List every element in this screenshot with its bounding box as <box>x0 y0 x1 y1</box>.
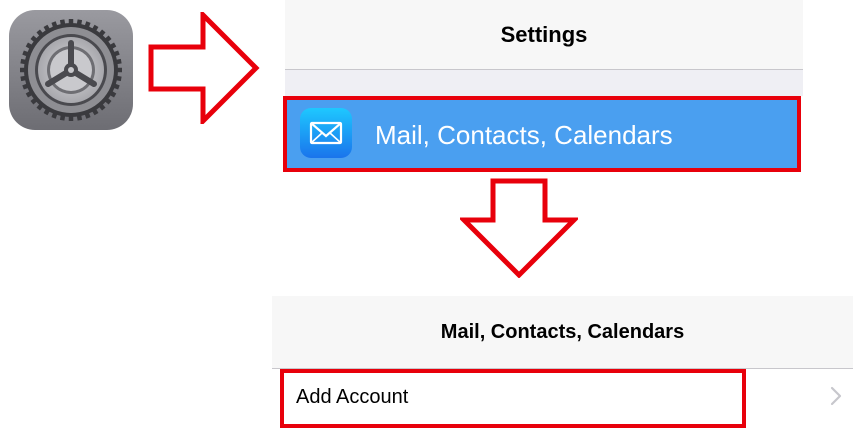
settings-item-mail-contacts-calendars[interactable]: Mail, Contacts, Calendars <box>283 96 801 172</box>
mail-screen-title: Mail, Contacts, Calendars <box>440 320 685 343</box>
down-arrow-icon <box>457 178 581 279</box>
mail-contacts-calendars-nav-bar: Mail, Contacts, Calendars <box>272 296 853 369</box>
right-arrow-icon <box>148 8 260 128</box>
settings-title: Settings <box>500 21 588 47</box>
chevron-right-icon <box>829 385 843 407</box>
mail-envelope-icon <box>300 108 352 158</box>
add-account-label[interactable]: Add Account <box>296 369 408 425</box>
settings-gear-icon[interactable] <box>9 10 133 130</box>
section-separator <box>285 70 803 96</box>
mail-item-label: Mail, Contacts, Calendars <box>375 120 673 150</box>
settings-nav-bar: Settings <box>285 0 803 70</box>
